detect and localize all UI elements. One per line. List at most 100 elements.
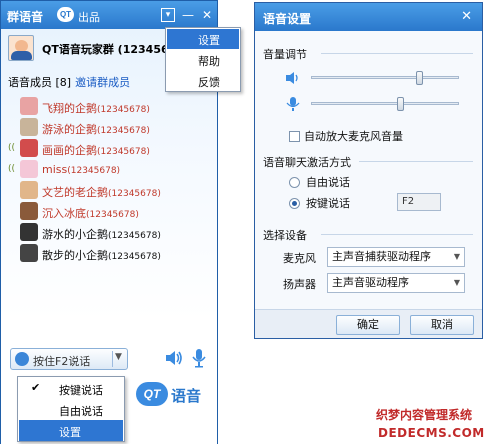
talk-mode-menu: ✔ 按键说话 自由说话 设置 (17, 376, 125, 442)
qt-logo-bubble: QT (136, 382, 168, 406)
member-id: (12345678) (108, 189, 161, 199)
member-name: 画画的企鹅(12345678) (42, 142, 150, 158)
chevron-down-icon: ▼ (453, 278, 460, 287)
member-name: 散步的小企鹅(12345678) (42, 247, 161, 263)
member-name-text: 游水的小企鹅 (42, 228, 108, 241)
menu-item-settings-top[interactable]: 设置 (167, 29, 239, 49)
member-id: (12345678) (86, 210, 139, 220)
member-row[interactable]: 游泳的企鹅(12345678) (8, 117, 213, 138)
menu-dropdown-icon[interactable]: ▾ (161, 8, 175, 22)
minimize-icon[interactable]: — (181, 8, 195, 22)
microphone-icon[interactable] (191, 348, 207, 368)
mode-free-row[interactable]: 自由说话 (289, 174, 350, 190)
member-name: 沉入冰底(12345678) (42, 205, 139, 221)
speaker-device-select[interactable]: 主声音驱动程序 ▼ (327, 273, 465, 293)
split-divider (112, 351, 113, 367)
members-header: 语音成员 [8] 邀请群成员 (8, 74, 130, 90)
tab-label[interactable]: 出品 (78, 9, 100, 25)
menu-item-key-talk[interactable]: ✔ 按键说话 (19, 378, 123, 399)
mic-device-select[interactable]: 主声音捕获驱动程序 ▼ (327, 247, 465, 267)
member-name-text: 散步的小企鹅 (42, 249, 108, 262)
close-icon[interactable]: ✕ (200, 8, 214, 22)
talk-button-label: 按住F2说话 (33, 355, 91, 368)
speaker-device-row: 扬声器 主声音驱动程序 ▼ (283, 273, 473, 293)
members-count-label: 语音成员 [8] (8, 76, 72, 89)
section-divider (321, 53, 473, 54)
qt-badge-icon: QT (57, 7, 74, 22)
member-row[interactable]: 游水的小企鹅(12345678) (8, 222, 213, 243)
close-icon[interactable]: ✕ (461, 9, 472, 24)
member-row[interactable]: 沉入冰底(12345678) (8, 201, 213, 222)
menu-item-help[interactable]: 帮助 (167, 50, 239, 70)
dialog-title: 语音设置 (263, 12, 312, 26)
cancel-button[interactable]: 取消 (410, 315, 474, 335)
speaker-device-label: 扬声器 (283, 278, 316, 291)
mic-volume-slider[interactable] (311, 97, 459, 111)
mic-device-row: 麦克风 主声音捕获驱动程序 ▼ (283, 247, 473, 267)
member-name-text: miss (42, 163, 68, 176)
speaker-volume-row (285, 69, 475, 87)
chevron-down-icon[interactable]: ▼ (115, 352, 122, 362)
menu-item-label: 按键说话 (59, 384, 103, 397)
member-name-text: 画画的企鹅 (42, 144, 97, 157)
speaker-device-value: 主声音驱动程序 (332, 276, 409, 289)
speaker-volume-thumb[interactable] (415, 71, 423, 85)
talk-bubble-icon (15, 352, 29, 366)
menu-item-free-talk[interactable]: 自由说话 (19, 399, 123, 420)
mode-key-row[interactable]: 按键说话 F2 (289, 193, 441, 211)
menu-item-label: 自由说话 (59, 405, 103, 418)
watermark-line1: 织梦内容管理系统 (376, 408, 473, 422)
member-row[interactable]: 散步的小企鹅(12345678) (8, 243, 213, 264)
member-id: (12345678) (67, 166, 121, 176)
ok-button[interactable]: 确定 (336, 315, 400, 335)
speaker-volume-icon[interactable] (164, 348, 184, 368)
voice-settings-dialog: 语音设置 ✕ 音量调节 自动放大麦克风音量 语音聊天激活方式 自由说话 按键说话… (254, 2, 483, 339)
member-name-text: 游泳的企鹅 (42, 123, 97, 136)
member-name-text: 文艺的老企鹅 (42, 186, 108, 199)
mic-device-label: 麦克风 (283, 252, 316, 265)
auto-boost-row[interactable]: 自动放大麦克风音量 (289, 128, 403, 143)
check-icon: ✔ (31, 381, 41, 394)
invite-members-link[interactable]: 邀请群成员 (75, 76, 130, 89)
qt-logo-text: 语音 (171, 387, 202, 405)
mode-section-label: 语音聊天激活方式 (263, 156, 351, 169)
member-avatar (20, 181, 38, 199)
mode-key-radio[interactable] (289, 198, 300, 209)
mic-volume-row (285, 95, 475, 113)
hotkey-input[interactable]: F2 (397, 193, 441, 211)
device-section-label: 选择设备 (263, 229, 307, 242)
menu-item-label: 设置 (198, 34, 220, 47)
member-id: (12345678) (97, 126, 150, 136)
member-name: 文艺的老企鹅(12345678) (42, 184, 161, 200)
member-name: 游水的小企鹅(12345678) (42, 226, 161, 242)
member-row[interactable]: 文艺的老企鹅(12345678) (8, 180, 213, 201)
site-watermark: 织梦内容管理系统 DEDECMS.COM (376, 406, 500, 444)
voice-chat-window: 群语音 QT 出品 ▾ — ✕ QT语音玩家群 (12345678) 语音成员 … (0, 0, 241, 444)
watermark-line2: DEDECMS.COM (378, 426, 485, 440)
mic-volume-thumb[interactable] (396, 97, 404, 111)
member-avatar (20, 139, 38, 157)
menu-item-settings[interactable]: 设置 (19, 420, 123, 441)
speaker-icon (286, 72, 298, 84)
menu-item-label: 反馈 (198, 76, 220, 89)
member-avatar (20, 118, 38, 136)
left-titlebar: 群语音 QT 出品 ▾ — ✕ (0, 0, 218, 29)
auto-boost-checkbox[interactable] (289, 131, 300, 142)
menu-item-label: 设置 (59, 426, 81, 439)
member-name: 飞翔的企鹅(12345678) (42, 100, 150, 116)
menu-item-label: 帮助 (198, 55, 220, 68)
member-avatar (20, 97, 38, 115)
member-row[interactable]: ((miss(12345678) (8, 159, 213, 180)
mode-free-label: 自由说话 (306, 176, 350, 189)
group-avatar[interactable] (8, 35, 34, 61)
member-row[interactable]: 飞翔的企鹅(12345678) (8, 96, 213, 117)
push-to-talk-button[interactable]: 按住F2说话 ▼ (10, 348, 128, 370)
member-avatar (20, 160, 38, 178)
window-title: 群语音 (7, 10, 44, 24)
member-id: (12345678) (108, 252, 161, 262)
mode-free-radio[interactable] (289, 177, 300, 188)
menu-item-feedback[interactable]: 反馈 (167, 71, 239, 91)
chevron-down-icon: ▼ (453, 252, 460, 261)
member-row[interactable]: ((画画的企鹅(12345678) (8, 138, 213, 159)
speaker-volume-slider[interactable] (311, 71, 459, 85)
